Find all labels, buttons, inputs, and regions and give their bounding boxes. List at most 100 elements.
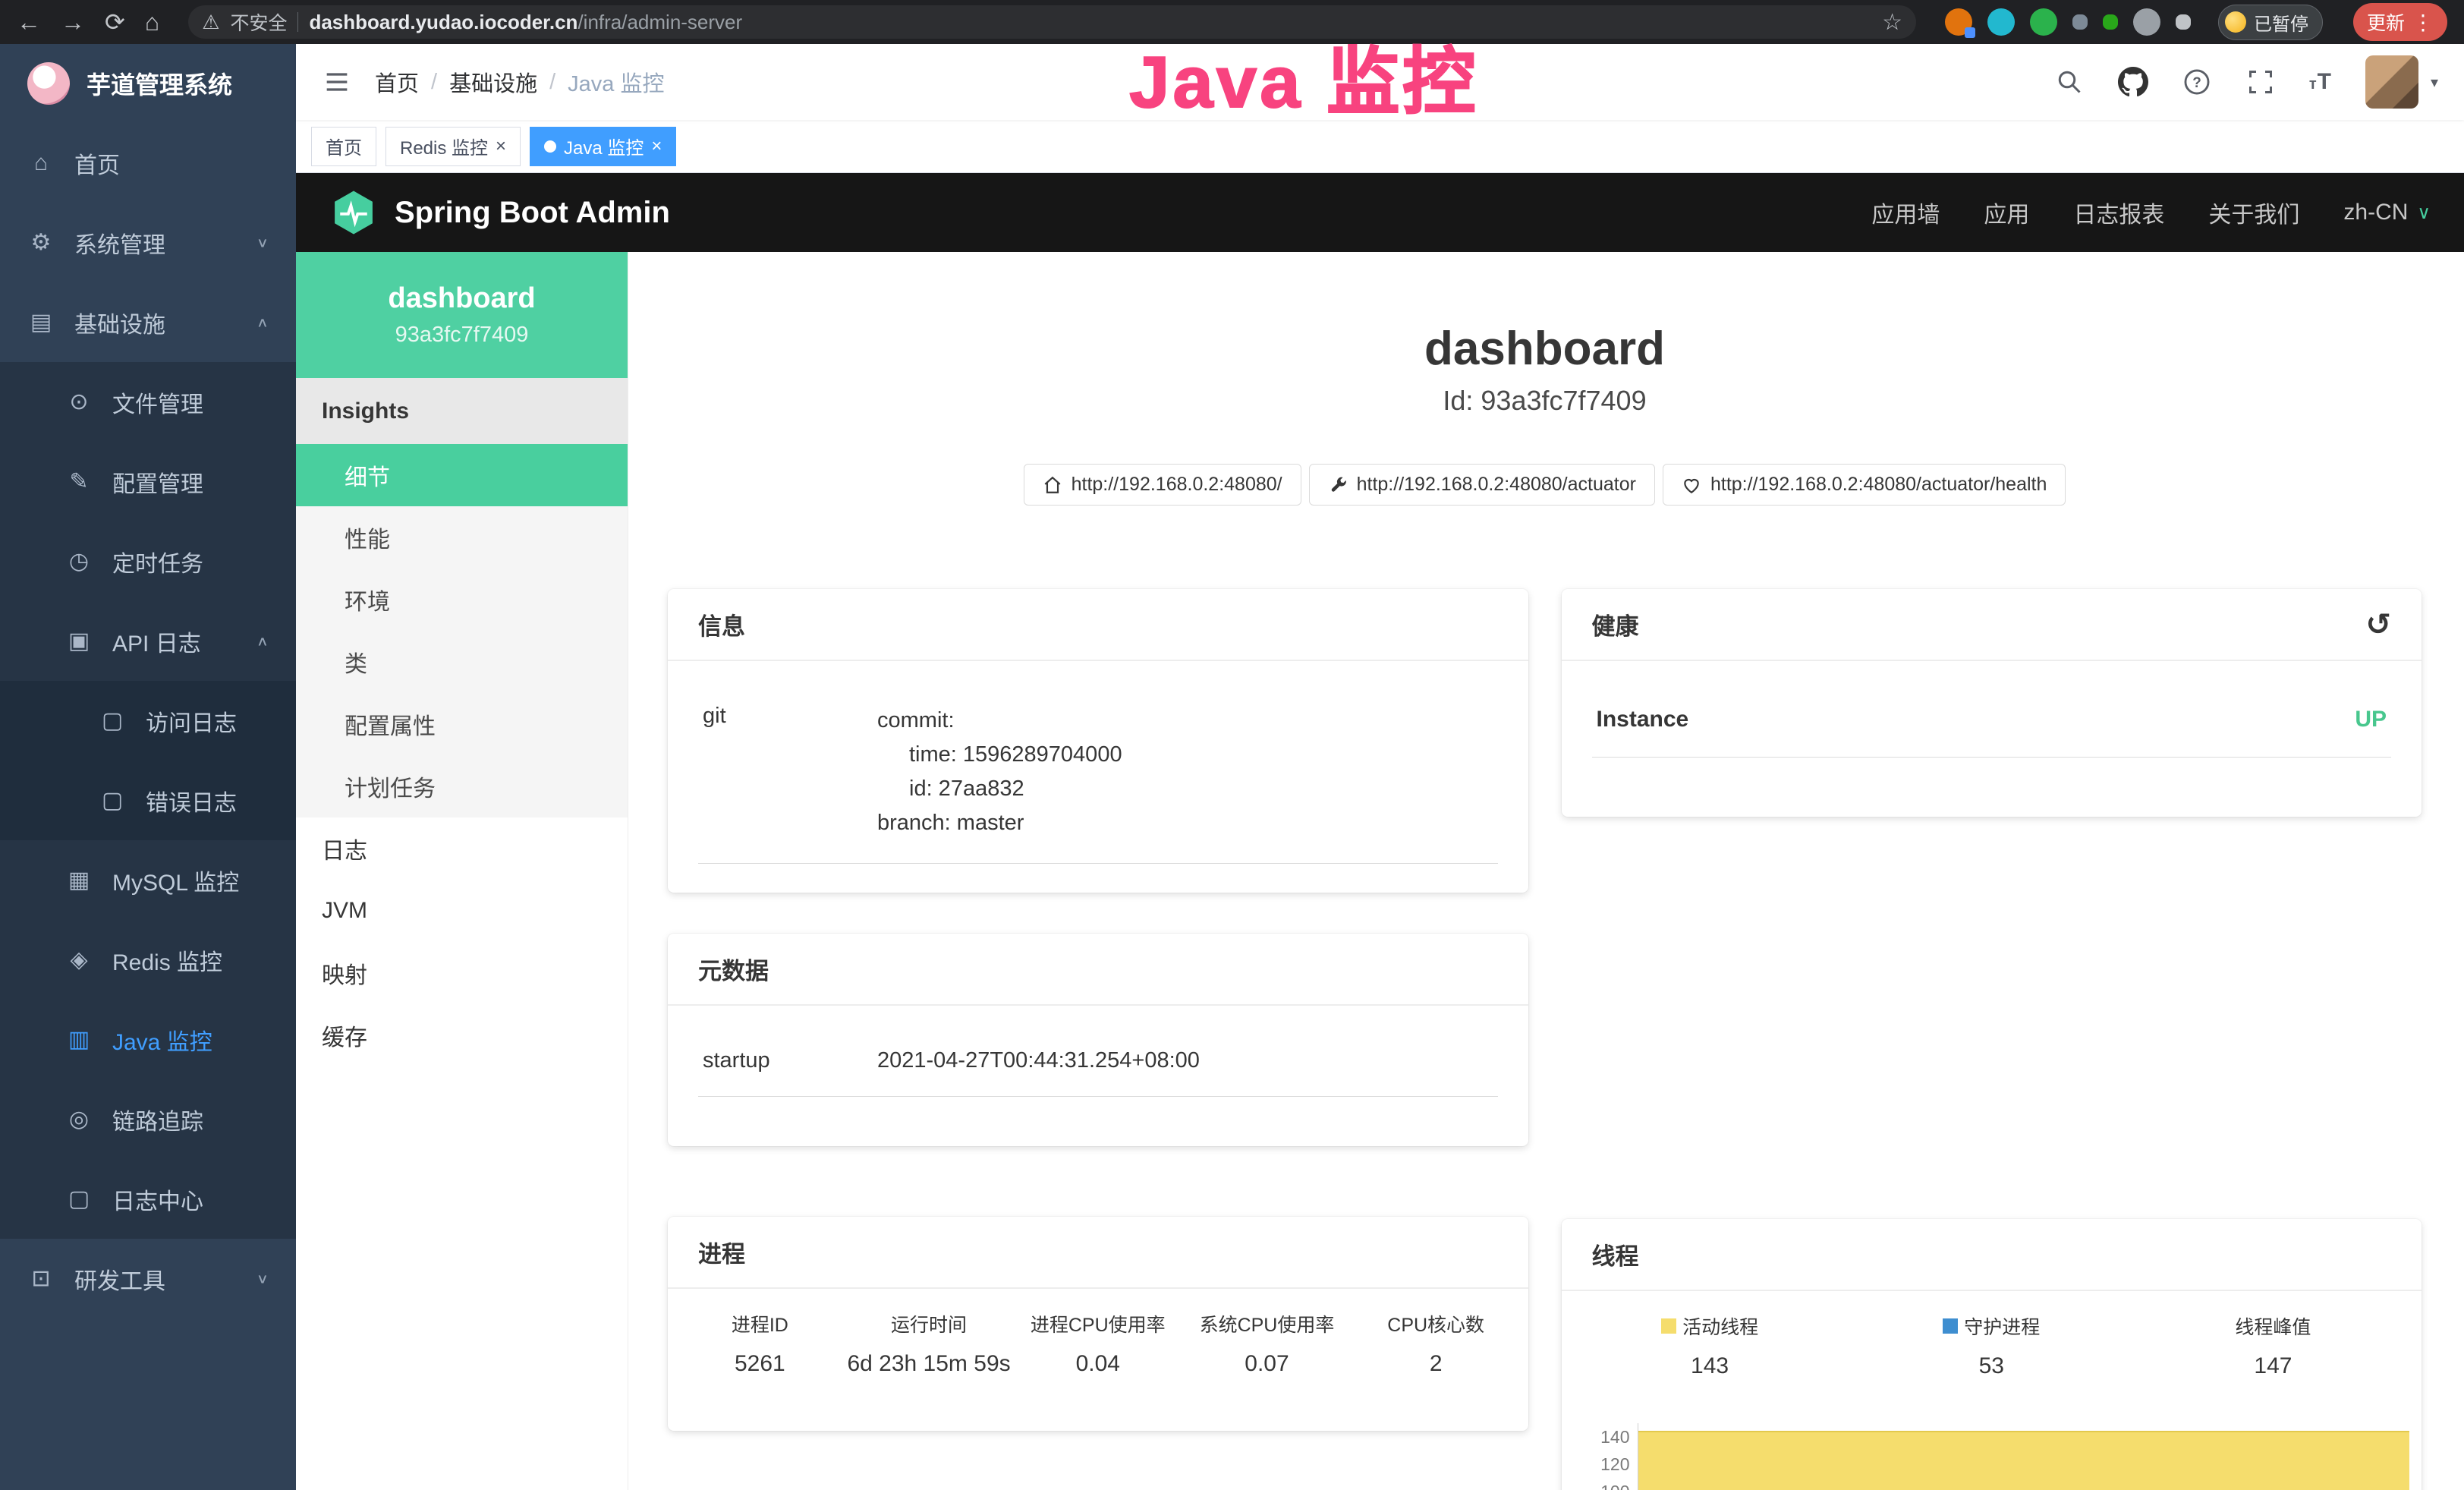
tab-label: 首页 [326, 133, 362, 159]
process-col-cores: CPU核心数 2 [1352, 1310, 1521, 1377]
sidebar-item-redis-monitor[interactable]: ◈ Redis 监控 [0, 920, 296, 1000]
extension-icon[interactable] [2133, 8, 2160, 36]
health-url-button[interactable]: http://192.168.0.2:48080/actuator/health [1663, 464, 2066, 506]
extension-icon[interactable] [2030, 8, 2057, 36]
extension-icon[interactable] [1987, 8, 2015, 36]
locale-select[interactable]: zh-CN ∨ [2343, 200, 2431, 225]
history-icon[interactable]: ↺ [2365, 607, 2391, 642]
sidebar-item-label: 定时任务 [112, 545, 203, 578]
y-tick: 140 [1569, 1423, 1638, 1451]
avatar-caret-icon: ▾ [2431, 73, 2438, 92]
metadata-value: 2021-04-27T00:44:31.254+08:00 [877, 1048, 1200, 1073]
card-title-row: 健康 ↺ [1562, 589, 2422, 661]
hamburger-icon[interactable] [322, 67, 352, 97]
breadcrumb-separator: / [549, 70, 555, 95]
instance-header[interactable]: dashboard 93a3fc7f7409 [296, 252, 628, 378]
app-logo[interactable]: 芋道管理系统 [0, 44, 296, 123]
service-url-button[interactable]: http://192.168.0.2:48080/ [1024, 464, 1301, 506]
sidebar-item-label: MySQL 监控 [112, 864, 239, 897]
sba-menu-caches[interactable]: 缓存 [296, 1004, 628, 1066]
sba-brand[interactable]: Spring Boot Admin [329, 188, 670, 237]
legend-value: 53 [1851, 1353, 2132, 1379]
sidebar-item-access-logs[interactable]: ▢ 访问日志 [0, 681, 296, 761]
sidebar-item-infrastructure[interactable]: ▤ 基础设施 ∧ [0, 282, 296, 362]
forward-icon[interactable]: → [61, 8, 85, 36]
sba-nav-applications[interactable]: 应用 [1984, 196, 2029, 229]
info-git-row: git commit: time: 1596289704000 id: 27aa… [698, 684, 1498, 864]
sba-menu-details[interactable]: 细节 [296, 444, 628, 506]
fullscreen-icon[interactable] [2245, 67, 2276, 97]
legend-value: 147 [2132, 1353, 2414, 1379]
sba-menu-metrics[interactable]: 性能 [296, 506, 628, 569]
sidebar-item-log-center[interactable]: ▢ 日志中心 [0, 1159, 296, 1239]
breadcrumb-item[interactable]: 基础设施 [449, 66, 537, 98]
sba-menu-logs[interactable]: 日志 [296, 817, 628, 880]
profile-emoji-icon [2225, 11, 2246, 33]
log-center-icon: ▢ [65, 1186, 93, 1212]
extension-icon[interactable] [2103, 14, 2118, 30]
chrome-update-button[interactable]: 更新 ⋮ [2353, 3, 2447, 41]
sba-menu-environment[interactable]: 环境 [296, 569, 628, 631]
font-size-icon[interactable]: тT [2309, 69, 2332, 95]
address-bar[interactable]: ⚠ 不安全 dashboard.yudao.iocoder.cn/infra/a… [188, 5, 1916, 39]
browser-home-icon[interactable]: ⌂ [145, 8, 159, 36]
extension-icon[interactable] [2072, 14, 2088, 30]
sidebar-item-mysql-monitor[interactable]: ▦ MySQL 监控 [0, 840, 296, 920]
tab-home[interactable]: 首页 [311, 127, 376, 166]
legend-swatch-yellow [1661, 1318, 1676, 1334]
back-icon[interactable]: ← [17, 8, 41, 36]
legend-label: 活动线程 [1682, 1312, 1758, 1340]
sba-menu-scheduled-tasks[interactable]: 计划任务 [296, 755, 628, 817]
chart-y-axis: 140 120 100 [1569, 1423, 1638, 1490]
sidebar-item-dev-tools[interactable]: ⊡ 研发工具 ∨ [0, 1239, 296, 1318]
column-value: 5261 [675, 1351, 845, 1377]
sidebar-item-home[interactable]: ⌂ 首页 [0, 123, 296, 203]
sidebar-item-label: 文件管理 [112, 386, 203, 419]
sidebar-item-tracing[interactable]: ◎ 链路追踪 [0, 1079, 296, 1159]
sidebar-item-scheduled-tasks[interactable]: ◷ 定时任务 [0, 521, 296, 601]
breadcrumb-item[interactable]: 首页 [375, 66, 419, 98]
user-avatar[interactable] [2365, 55, 2418, 109]
search-icon[interactable] [2054, 67, 2085, 97]
bookmark-star-icon[interactable]: ☆ [1882, 9, 1902, 36]
sidebar-item-system-mgmt[interactable]: ⚙ 系统管理 ∨ [0, 203, 296, 282]
reload-icon[interactable]: ⟳ [105, 8, 125, 36]
cards-grid: 信息 git commit: time: 1596289704000 id: 2… [668, 589, 2422, 1490]
extension-icon[interactable] [1945, 8, 1972, 36]
sidebar-item-error-logs[interactable]: ▢ 错误日志 [0, 761, 296, 840]
profile-paused-badge[interactable]: 已暂停 [2218, 5, 2323, 40]
legend-swatch-blue [1943, 1318, 1958, 1334]
metadata-startup-row: startup 2021-04-27T00:44:31.254+08:00 [698, 1029, 1498, 1097]
sba-menu-jvm[interactable]: JVM [296, 880, 628, 942]
browser-menu-icon[interactable]: ⋮ [2412, 10, 2434, 35]
clock-icon: ◷ [65, 548, 93, 575]
sidebar-item-java-monitor[interactable]: ▥ Java 监控 [0, 1000, 296, 1079]
live-threads-area [1638, 1431, 2410, 1490]
sba-nav: 应用墙 应用 日志报表 关于我们 zh-CN ∨ [1871, 196, 2431, 229]
column-value: 6d 23h 15m 59s [845, 1351, 1014, 1377]
sidebar-item-config-mgmt[interactable]: ✎ 配置管理 [0, 442, 296, 521]
sba-nav-journal[interactable]: 日志报表 [2073, 196, 2164, 229]
help-icon[interactable]: ? [2182, 67, 2212, 97]
legend-live-threads: 活动线程 143 [1569, 1312, 1851, 1379]
sba-menu-config-props[interactable]: 配置属性 [296, 693, 628, 755]
cards-right-column: 健康 ↺ Instance UP [1562, 589, 2422, 1490]
sidebar-item-api-logs[interactable]: ▣ API 日志 ∧ [0, 601, 296, 681]
tab-java-monitor[interactable]: Java 监控 × [530, 127, 676, 166]
actuator-url-button[interactable]: http://192.168.0.2:48080/actuator [1309, 464, 1655, 506]
close-icon[interactable]: × [496, 136, 506, 157]
legend-label: 守护进程 [1964, 1312, 2040, 1340]
puzzle-extension-icon[interactable] [2176, 14, 2191, 30]
sba-menu-mappings[interactable]: 映射 [296, 942, 628, 1004]
sidebar-item-file-mgmt[interactable]: ⊙ 文件管理 [0, 362, 296, 442]
sidebar-menu: ⌂ 首页 ⚙ 系统管理 ∨ ▤ 基础设施 ∧ ⊙ 文件管理 [0, 123, 296, 1318]
tab-redis-monitor[interactable]: Redis 监控 × [385, 127, 521, 166]
sba-nav-about[interactable]: 关于我们 [2208, 196, 2299, 229]
github-icon[interactable] [2118, 67, 2148, 97]
sba-menu-classes[interactable]: 类 [296, 631, 628, 693]
legend-peak-threads: 线程峰值 147 [2132, 1312, 2414, 1379]
sba-nav-wall[interactable]: 应用墙 [1871, 196, 1940, 229]
app-sidebar: 芋道管理系统 ⌂ 首页 ⚙ 系统管理 ∨ ▤ 基础设施 ∧ ⊙ [0, 44, 296, 1490]
close-icon[interactable]: × [651, 136, 662, 157]
threads-legend: 活动线程 143 守护进程 [1562, 1291, 2422, 1405]
